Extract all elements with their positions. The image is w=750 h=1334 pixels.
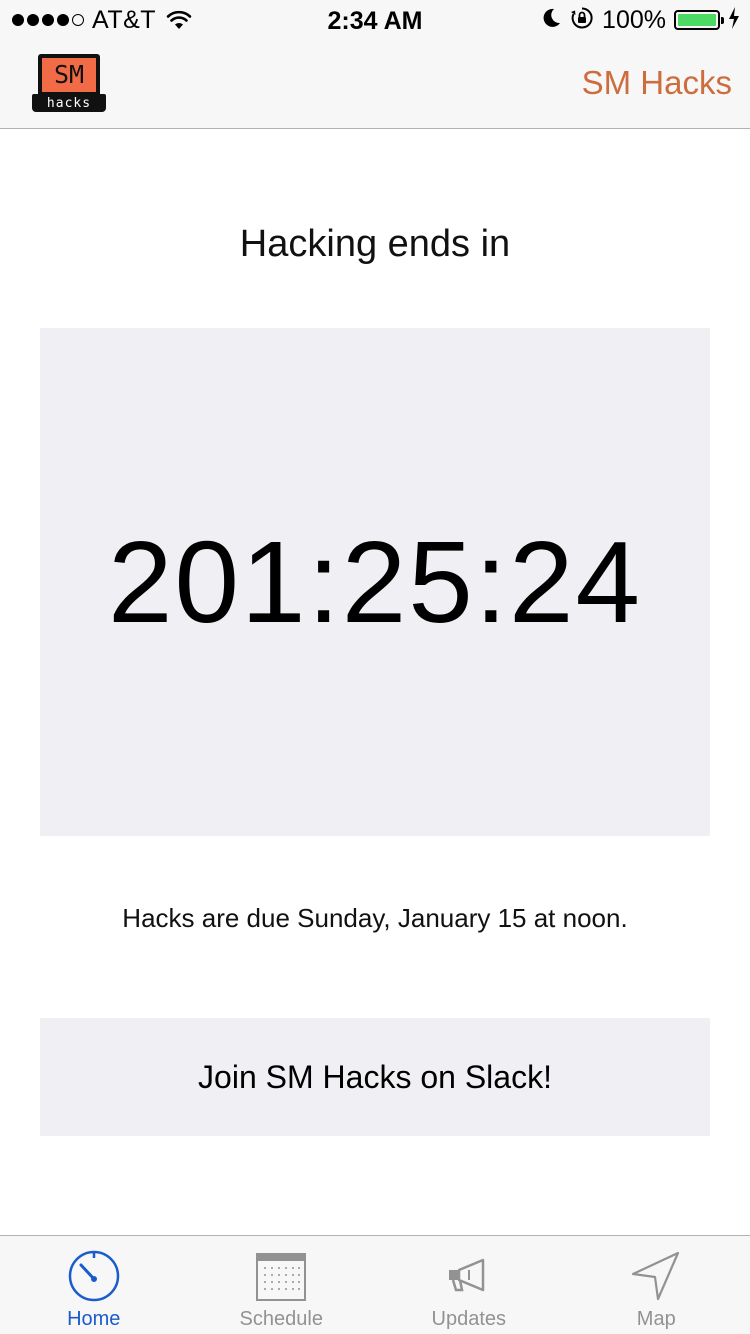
navigation-bar: SM hacks SM Hacks (0, 40, 750, 129)
tab-schedule-label: Schedule (239, 1308, 323, 1330)
charging-bolt-icon (728, 6, 740, 34)
status-bar: AT&T 2:34 AM 100% (0, 0, 750, 40)
megaphone-icon (441, 1248, 497, 1304)
tab-schedule[interactable]: Schedule (188, 1236, 376, 1334)
logo-text: SM (42, 58, 96, 92)
location-arrow-icon (628, 1248, 684, 1304)
due-date-text: Hacks are due Sunday, January 15 at noon… (122, 903, 628, 933)
countdown-panel: 201:25:24 (40, 328, 710, 836)
join-slack-button[interactable]: Join SM Hacks on Slack! (40, 1018, 710, 1136)
sm-hacks-logo: SM hacks (32, 54, 106, 112)
nav-title: SM Hacks (581, 64, 732, 101)
tab-updates[interactable]: Updates (375, 1236, 563, 1334)
tab-map-label: Map (636, 1308, 676, 1330)
tab-home-label: Home (67, 1308, 121, 1330)
tab-updates-label: Updates (431, 1308, 507, 1330)
countdown-headline: Hacking ends in (239, 223, 511, 265)
countdown-timer: 201:25:24 (107, 517, 643, 647)
tab-map[interactable]: Map (563, 1236, 750, 1334)
calendar-icon (253, 1248, 309, 1304)
rotation-lock-icon (570, 6, 594, 35)
status-right: 100% (540, 6, 740, 34)
tab-bar: Home Schedule Updates Map (0, 1235, 750, 1334)
battery-icon (674, 10, 724, 30)
battery-percentage: 100% (602, 5, 666, 34)
logo-subtext: hacks (46, 96, 92, 111)
timer-icon (66, 1248, 122, 1304)
moon-icon (540, 7, 562, 34)
tab-home[interactable]: Home (0, 1236, 188, 1334)
